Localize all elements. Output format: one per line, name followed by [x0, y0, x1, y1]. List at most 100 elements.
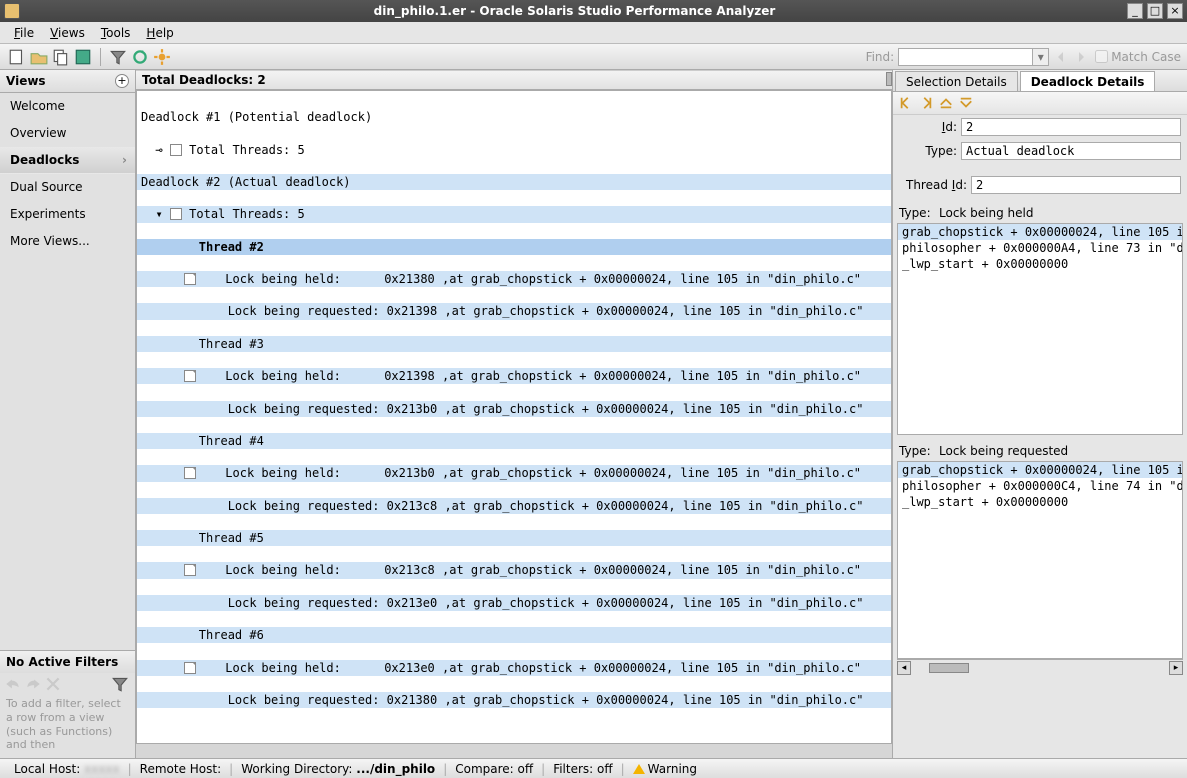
tab-deadlock-details[interactable]: Deadlock Details [1020, 71, 1156, 91]
tree-row[interactable]: Lock being held: 0x213c8 ,at grab_chopst… [137, 562, 891, 578]
req-type-label: Type: [899, 444, 939, 458]
status-remote-host: Remote Host: [132, 762, 229, 776]
views-sidebar: Views + Welcome Overview Deadlocks Dual … [0, 70, 136, 758]
deadlocks-summary-header: Total Deadlocks: 2 [136, 70, 892, 90]
deadlocks-tree[interactable]: Deadlock #1 (Potential deadlock) ⊸ Total… [137, 91, 891, 743]
tree-row[interactable]: Lock being requested: 0x213e0 ,at grab_c… [137, 595, 891, 611]
stack-row[interactable]: _lwp_start + 0x00000000 [898, 494, 1182, 510]
tab-selection-details[interactable]: Selection Details [895, 71, 1018, 91]
stack-row[interactable]: grab_chopstick + 0x00000024, line 105 in [898, 224, 1182, 240]
req-stack-list[interactable]: grab_chopstick + 0x00000024, line 105 in… [897, 461, 1183, 659]
scroll-thumb[interactable] [929, 663, 969, 673]
menubar: File Views Tools Help [0, 22, 1187, 44]
open-icon[interactable] [30, 48, 48, 66]
sidebar-item-experiments[interactable]: Experiments [0, 201, 135, 228]
filter-toolbar [0, 673, 135, 695]
match-case-checkbox[interactable]: Match Case [1095, 50, 1181, 64]
redo-icon [24, 675, 42, 693]
id-value: 2 [961, 118, 1181, 136]
req-type-value: Lock being requested [939, 444, 1068, 458]
status-working-dir: Working Directory: .../din_philo [233, 762, 443, 776]
detail-hscrollbar[interactable]: ◂ ▸ [897, 659, 1183, 675]
sidebar-item-dual-source[interactable]: Dual Source [0, 174, 135, 201]
sidebar-item-overview[interactable]: Overview [0, 120, 135, 147]
tree-row[interactable]: Lock being held: 0x213e0 ,at grab_chopst… [137, 660, 891, 676]
thread-id-label: Thread Id: [899, 178, 971, 192]
stack-row[interactable]: _lwp_start + 0x00000000 [898, 256, 1182, 272]
scroll-left-icon[interactable]: ◂ [897, 661, 911, 675]
find-next-icon[interactable] [1073, 49, 1089, 65]
nav-up-icon[interactable] [939, 96, 953, 110]
window-title: din_philo.1.er - Oracle Solaris Studio P… [26, 4, 1123, 18]
menu-help[interactable]: Help [138, 24, 181, 42]
tree-thread-4[interactable]: Thread #4 [137, 433, 891, 449]
tree-row[interactable]: Lock being requested: 0x213b0 ,at grab_c… [137, 401, 891, 417]
add-view-button[interactable]: + [115, 74, 129, 88]
tree-row[interactable]: Lock being held: 0x213b0 ,at grab_chopst… [137, 465, 891, 481]
tree-row[interactable]: Lock being requested: 0x21398 ,at grab_c… [137, 303, 891, 319]
sidebar-item-deadlocks[interactable]: Deadlocks [0, 147, 135, 174]
find-prev-icon[interactable] [1053, 49, 1069, 65]
held-type-label: Type: [899, 206, 939, 220]
tree-thread-5[interactable]: Thread #5 [137, 530, 891, 546]
details-pane: Selection Details Deadlock Details Id: 2… [893, 70, 1187, 758]
save-icon[interactable] [74, 48, 92, 66]
menu-file[interactable]: File [6, 24, 42, 42]
nav-next-icon[interactable] [919, 96, 933, 110]
find-dropdown-button[interactable]: ▾ [1033, 48, 1049, 66]
copy-icon[interactable] [52, 48, 70, 66]
nav-down-icon[interactable] [959, 96, 973, 110]
status-local-host: Local Host: xxxxx [6, 762, 128, 776]
filter-hint: To add a filter, select a row from a vie… [0, 695, 135, 758]
tree-thread-6[interactable]: Thread #6 [137, 627, 891, 643]
refresh-icon[interactable] [131, 48, 149, 66]
detail-nav [893, 92, 1187, 115]
deadlocks-view: Total Deadlocks: 2 Deadlock #1 (Potentia… [136, 70, 893, 758]
tree-row[interactable]: Lock being requested: 0x213c8 ,at grab_c… [137, 498, 891, 514]
deadlock-2-threads[interactable]: ▾ Total Threads: 5 [137, 206, 891, 222]
warning-icon [633, 764, 645, 774]
nav-prev-icon[interactable] [899, 96, 913, 110]
sidebar-item-more-views[interactable]: More Views... [0, 228, 135, 255]
type-value: Actual deadlock [961, 142, 1181, 160]
tree-row[interactable]: Lock being held: 0x21398 ,at grab_chopst… [137, 368, 891, 384]
menu-views[interactable]: Views [42, 24, 93, 42]
new-icon[interactable] [8, 48, 26, 66]
find-label: Find: [866, 50, 899, 64]
stack-row[interactable]: grab_chopstick + 0x00000024, line 105 in [898, 462, 1182, 478]
sidebar-item-welcome[interactable]: Welcome [0, 93, 135, 120]
find-input[interactable] [898, 48, 1033, 66]
menu-tools[interactable]: Tools [93, 24, 139, 42]
window-titlebar: din_philo.1.er - Oracle Solaris Studio P… [0, 0, 1187, 22]
id-label: Id: [899, 120, 961, 134]
filter-funnel-icon[interactable] [111, 675, 129, 693]
deadlock-1-title[interactable]: Deadlock #1 (Potential deadlock) [137, 109, 891, 125]
tree-row[interactable]: Lock being held: 0x21380 ,at grab_chopst… [137, 271, 891, 287]
close-button[interactable]: × [1167, 3, 1183, 19]
maximize-button[interactable]: □ [1147, 3, 1163, 19]
held-stack-list[interactable]: grab_chopstick + 0x00000024, line 105 in… [897, 223, 1183, 435]
status-warning[interactable]: Warning [625, 762, 705, 776]
deadlock-2-title[interactable]: Deadlock #2 (Actual deadlock) [137, 174, 891, 190]
type-label: Type: [899, 144, 961, 158]
no-filters-header: No Active Filters [0, 650, 135, 673]
tree-row[interactable]: Lock being requested: 0x21380 ,at grab_c… [137, 692, 891, 708]
vertical-splitter[interactable] [886, 70, 892, 758]
gear-icon[interactable] [153, 48, 171, 66]
scroll-right-icon[interactable]: ▸ [1169, 661, 1183, 675]
minimize-button[interactable]: _ [1127, 3, 1143, 19]
tree-thread-2[interactable]: Thread #2 [137, 239, 891, 255]
undo-icon [4, 675, 22, 693]
status-compare: Compare: off [447, 762, 541, 776]
deadlock-1-threads[interactable]: ⊸ Total Threads: 5 [137, 142, 891, 158]
stack-row[interactable]: philosopher + 0x000000A4, line 73 in "di [898, 240, 1182, 256]
tree-thread-3[interactable]: Thread #3 [137, 336, 891, 352]
held-type-value: Lock being held [939, 206, 1034, 220]
stack-row[interactable]: philosopher + 0x000000C4, line 74 in "di [898, 478, 1182, 494]
filter-icon[interactable] [109, 48, 127, 66]
views-header: Views + [0, 70, 135, 93]
delete-filter-icon [44, 675, 62, 693]
details-tabs: Selection Details Deadlock Details [893, 70, 1187, 92]
status-filters: Filters: off [545, 762, 620, 776]
statusbar: Local Host: xxxxx | Remote Host: | Worki… [0, 758, 1187, 778]
